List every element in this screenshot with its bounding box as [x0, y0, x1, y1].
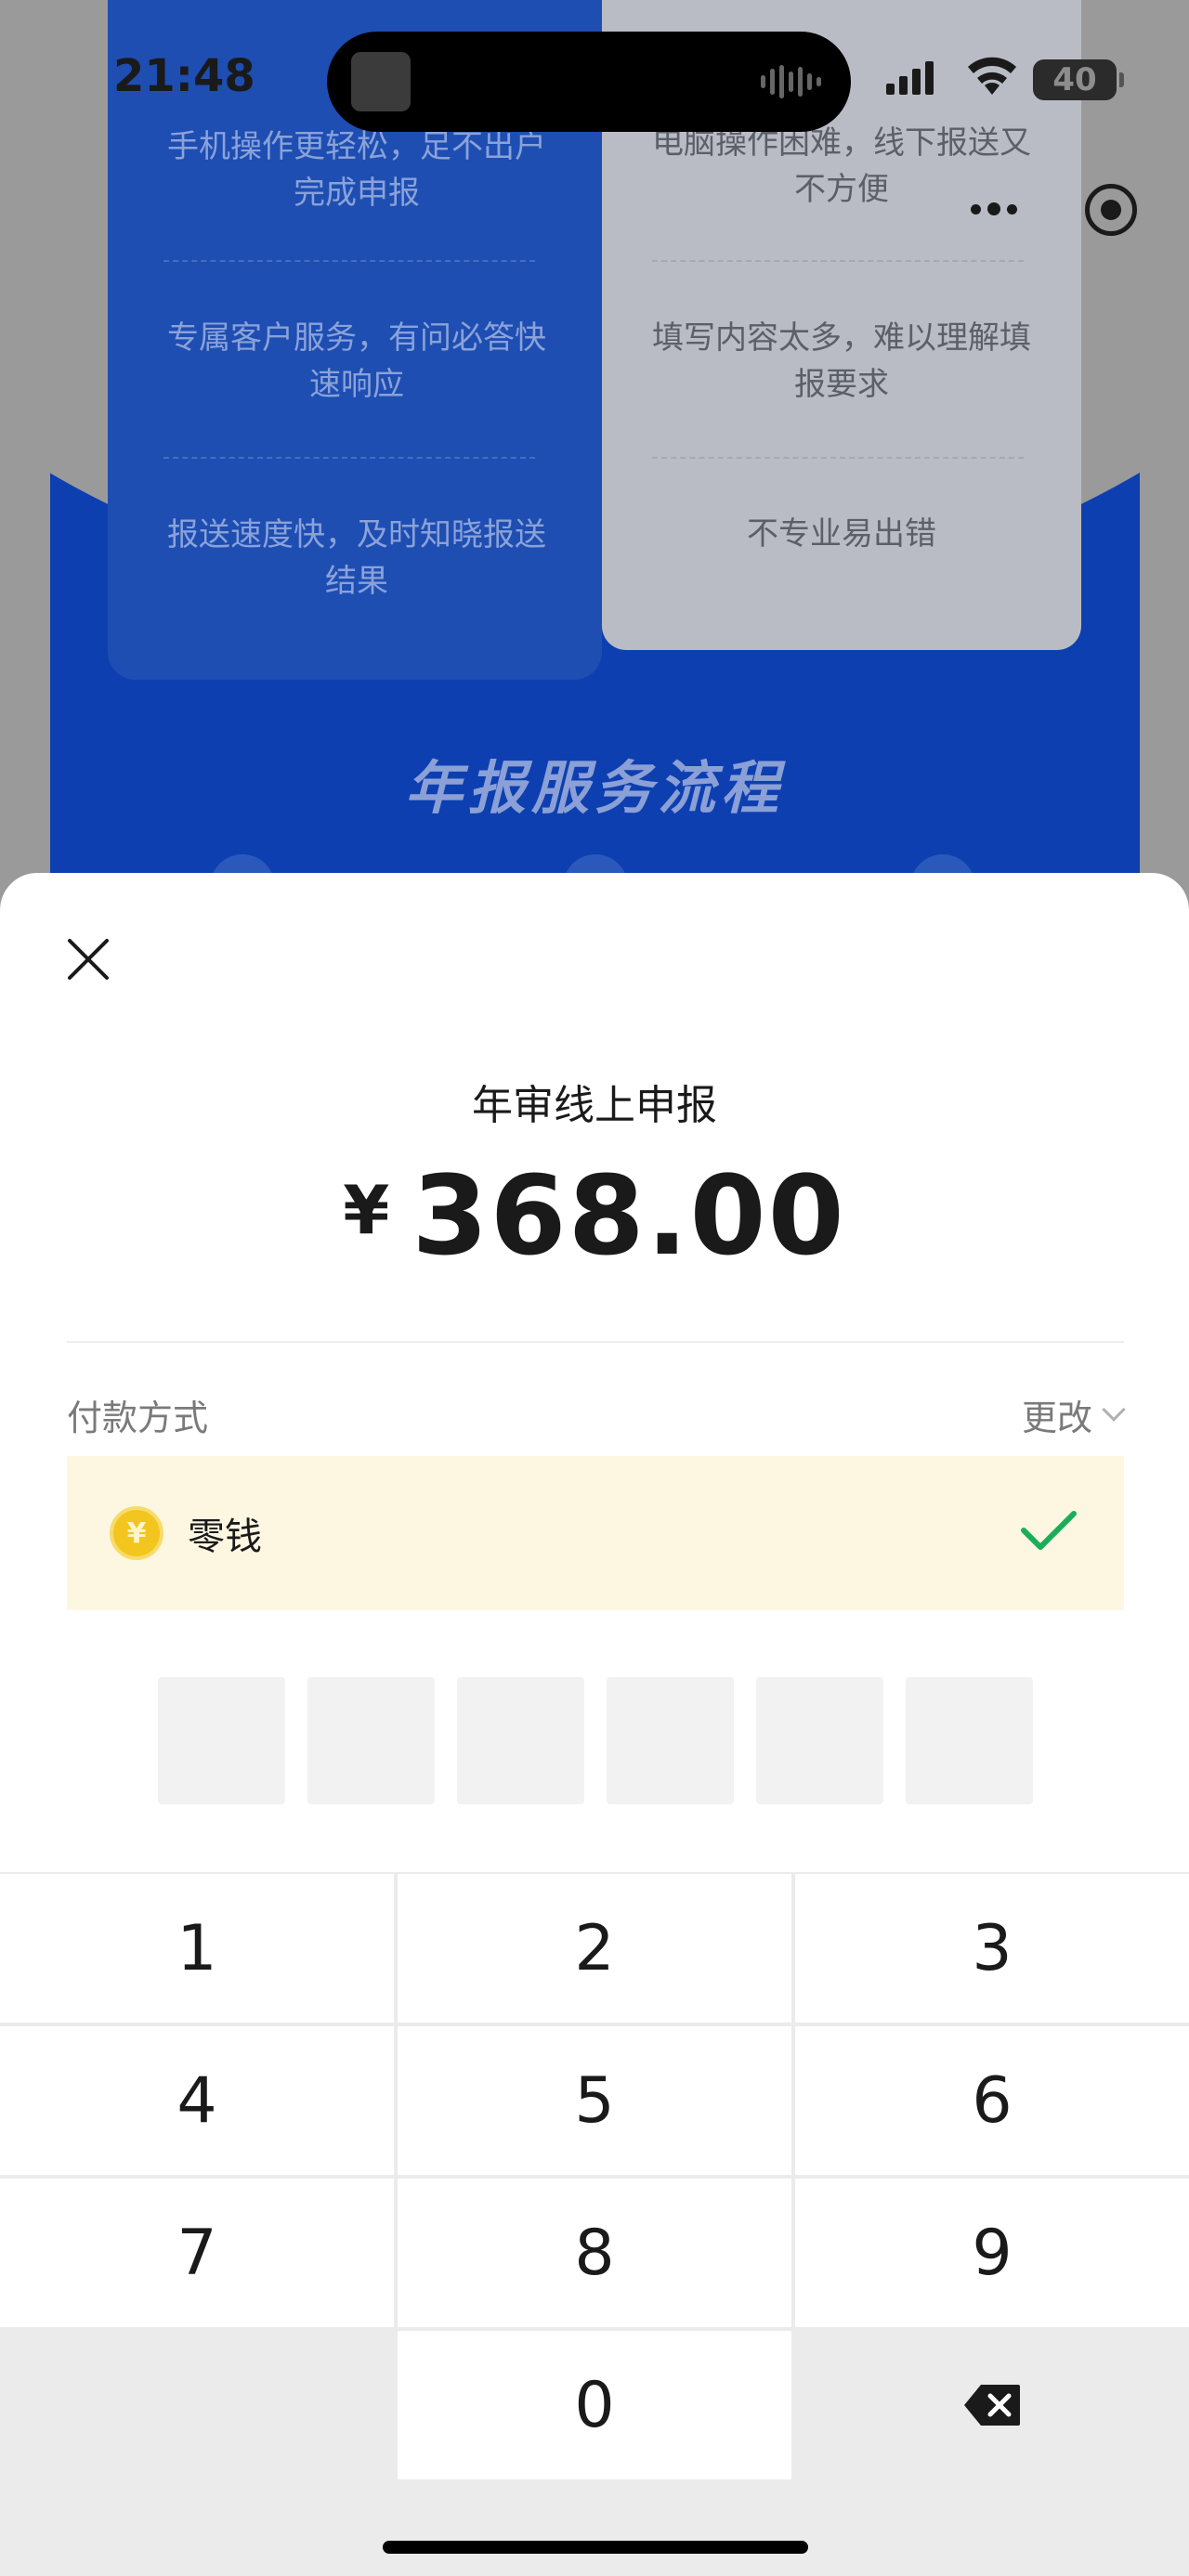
- background-page: 手机操作更轻松，足不出户完成申报 专属客户服务，有问必答快速响应 报送速度快，及…: [0, 0, 1189, 910]
- status-time: 21:48: [113, 50, 255, 102]
- divider: [67, 1341, 1124, 1343]
- chevron-down-icon: [1102, 1397, 1126, 1422]
- change-payment-method-button[interactable]: 更改: [1021, 1389, 1126, 1440]
- backspace-key[interactable]: [795, 2331, 1189, 2479]
- cellular-signal-icon: [886, 61, 934, 95]
- pin-digit-box[interactable]: [756, 1677, 883, 1804]
- key-8[interactable]: 8: [398, 2179, 791, 2327]
- backspace-icon: [964, 2385, 1020, 2426]
- close-miniprogram-icon[interactable]: [1085, 184, 1137, 236]
- advantage-item: 报送速度快，及时知晓报送结果: [167, 516, 546, 600]
- key-3[interactable]: 3: [795, 1874, 1189, 2023]
- pain-point-item: 填写内容太多，难以理解填报要求: [652, 319, 1031, 403]
- battery-level: 40: [1052, 61, 1097, 98]
- change-label: 更改: [1021, 1398, 1092, 1438]
- battery-icon: 40: [1033, 59, 1117, 100]
- pin-digit-box[interactable]: [906, 1677, 1033, 1804]
- payment-amount: ¥ 368.00: [0, 1151, 1189, 1280]
- advantage-item: 手机操作更轻松，足不出户完成申报: [167, 128, 546, 212]
- payment-method-name: 零钱: [188, 1516, 262, 1558]
- pin-digit-box[interactable]: [457, 1677, 584, 1804]
- numeric-keypad: 1 2 3 4 5 6 7 8 9 0: [0, 1872, 1189, 2576]
- pain-point-item: 不专业易出错: [747, 515, 936, 553]
- key-7[interactable]: 7: [0, 2179, 394, 2327]
- pin-digit-box[interactable]: [307, 1677, 435, 1804]
- password-input[interactable]: [158, 1677, 1033, 1804]
- wifi-icon: [968, 57, 1016, 95]
- more-dots-icon[interactable]: [966, 186, 1022, 232]
- key-5[interactable]: 5: [398, 2026, 791, 2175]
- divider: [163, 457, 535, 459]
- check-icon: [1021, 1511, 1077, 1550]
- battery-tip: [1119, 72, 1124, 87]
- divider: [163, 260, 535, 262]
- selected-payment-method[interactable]: ¥ 零钱: [67, 1456, 1124, 1610]
- payment-method-label: 付款方式: [67, 1398, 209, 1438]
- amount-value: 368.00: [412, 1151, 846, 1280]
- now-playing-artwork: [351, 52, 411, 111]
- key-9[interactable]: 9: [795, 2179, 1189, 2327]
- pin-digit-box[interactable]: [607, 1677, 734, 1804]
- audio-wave-icon: [761, 65, 821, 98]
- currency-symbol: ¥: [343, 1171, 390, 1249]
- key-2[interactable]: 2: [398, 1874, 791, 2023]
- advantage-item: 专属客户服务，有问必答快速响应: [167, 319, 546, 403]
- close-icon[interactable]: [65, 936, 111, 982]
- divider: [652, 457, 1024, 459]
- key-1[interactable]: 1: [0, 1874, 394, 2023]
- home-indicator: [383, 2541, 808, 2554]
- key-6[interactable]: 6: [795, 2026, 1189, 2175]
- keypad-blank: [0, 2331, 394, 2479]
- service-flow-title: 年报服务流程: [404, 754, 784, 822]
- divider: [652, 260, 1024, 262]
- coin-icon: ¥: [110, 1506, 163, 1560]
- key-4[interactable]: 4: [0, 2026, 394, 2175]
- payment-title: 年审线上申报: [472, 1082, 717, 1129]
- pin-digit-box[interactable]: [158, 1677, 285, 1804]
- key-0[interactable]: 0: [398, 2331, 791, 2479]
- dynamic-island: [327, 32, 851, 132]
